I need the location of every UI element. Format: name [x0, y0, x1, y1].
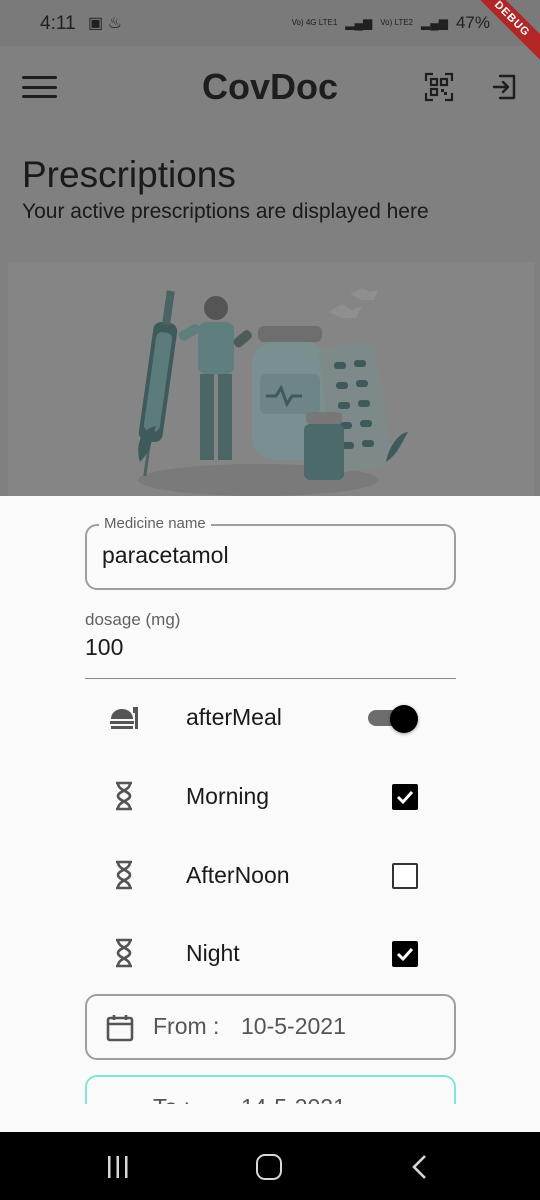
signal-icon-2: ▂▄▆	[421, 16, 448, 30]
from-label: From :	[153, 1013, 220, 1039]
switch-thumb	[390, 705, 418, 733]
page-subtitle: Your active prescriptions are displayed …	[22, 200, 429, 223]
to-date-value: 14-5-2021	[241, 1094, 346, 1104]
signal-icon: ▂▄▆	[345, 16, 373, 30]
afternoon-checkbox[interactable]	[392, 863, 418, 889]
hourglass-icon	[116, 781, 132, 811]
notification-icons: ▣ ♨	[88, 15, 122, 32]
dosage-input[interactable]: 100	[85, 634, 123, 661]
status-time: 4:11	[40, 13, 76, 34]
night-row: Night	[0, 929, 540, 979]
night-label: Night	[186, 940, 240, 966]
network-right: Vo) LTE2	[380, 18, 413, 27]
dosage-label: dosage (mg)	[85, 610, 181, 629]
after-meal-label: afterMeal	[186, 704, 282, 730]
morning-checkbox[interactable]	[392, 784, 418, 810]
dosage-underline	[85, 678, 456, 679]
medicine-name-value[interactable]: paracetamol	[102, 542, 229, 569]
morning-label: Morning	[186, 783, 270, 809]
status-right: Vo) 4G LTE1 ▂▄▆ Vo) LTE2 ▂▄▆ 47%	[292, 13, 490, 33]
doctor-illustration	[8, 262, 534, 496]
after-meal-switch[interactable]	[368, 705, 420, 733]
calendar-icon	[106, 1015, 134, 1042]
app-bar: CovDoc	[0, 46, 540, 128]
night-checkbox[interactable]	[392, 941, 418, 967]
from-date-field[interactable]: From : 10-5-2021	[85, 994, 456, 1060]
network-left: Vo) 4G LTE1	[291, 18, 338, 27]
medicine-name-field[interactable]: Medicine name paracetamol	[85, 515, 456, 590]
prescription-form-sheet: Medicine name paracetamol dosage (mg) 10…	[0, 496, 540, 1104]
system-nav-bar	[0, 1132, 540, 1200]
status-bar: 4:11 ▣ ♨ Vo) 4G LTE1 ▂▄▆ Vo) LTE2 ▂▄▆ 47…	[0, 0, 540, 65]
after-meal-row: afterMeal	[0, 693, 540, 743]
background-page: 4:11 ▣ ♨ Vo) 4G LTE1 ▂▄▆ Vo) LTE2 ▂▄▆ 47…	[0, 0, 540, 496]
qr-code-icon[interactable]	[424, 72, 454, 102]
to-date-field[interactable]: To : 14-5-2021	[85, 1075, 456, 1104]
hourglass-icon	[116, 938, 132, 968]
from-date-value: 10-5-2021	[241, 1013, 346, 1039]
recent-apps-icon[interactable]	[107, 1156, 129, 1178]
hourglass-icon	[116, 860, 132, 890]
afternoon-label: AfterNoon	[186, 862, 290, 888]
afternoon-row: AfterNoon	[0, 851, 540, 901]
meal-icon	[110, 707, 138, 729]
medicine-name-label: Medicine name	[99, 515, 211, 532]
sheet-bottom-gap	[0, 1104, 540, 1132]
back-icon[interactable]	[410, 1154, 430, 1180]
morning-row: Morning	[0, 772, 540, 822]
page-title: Prescriptions	[22, 154, 236, 195]
app-title: CovDoc	[201, 66, 339, 107]
to-label: To :	[153, 1094, 190, 1104]
battery-level: 47%	[455, 13, 490, 32]
home-icon[interactable]	[256, 1154, 282, 1180]
exit-icon[interactable]	[490, 72, 520, 102]
